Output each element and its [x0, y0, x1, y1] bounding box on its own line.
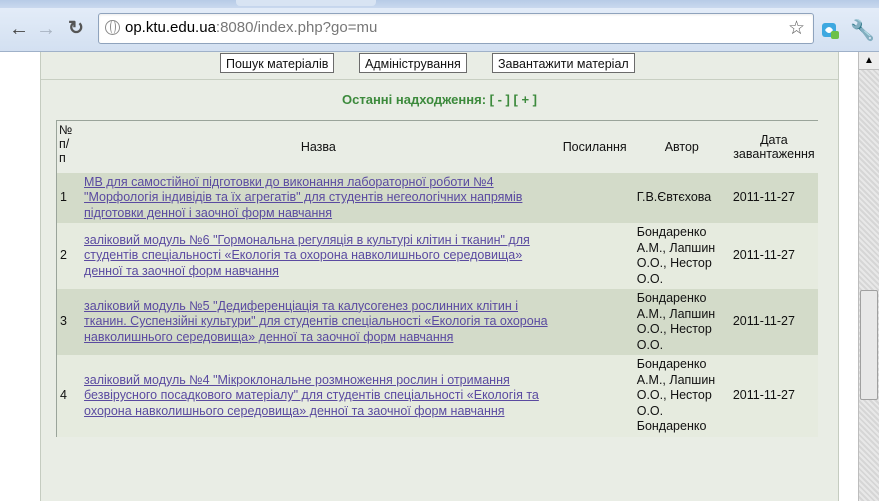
- row-link: [556, 223, 634, 289]
- active-tab[interactable]: [236, 0, 376, 6]
- materials-table: № п/ п Назва Посилання Автор Дата завант…: [56, 120, 818, 437]
- table-row: 3 заліковий модуль №5 "Дедиференціація т…: [56, 289, 818, 355]
- row-author: Бондаренко А.М., Лапшин О.О., Нестор О.О…: [636, 357, 716, 433]
- collapse-link[interactable]: [ - ]: [490, 92, 510, 107]
- recent-label: Останні надходження:: [342, 92, 487, 107]
- address-bar[interactable]: op.ktu.edu.ua:8080/index.php?go=mu ☆: [98, 13, 814, 44]
- scroll-thumb[interactable]: [860, 290, 878, 400]
- header-num: № п/ п: [59, 123, 73, 165]
- header-link: Посилання: [562, 139, 627, 154]
- row-author: Бондаренко А.М., Лапшин О.О., Нестор О.О…: [636, 291, 716, 352]
- reload-icon[interactable]: ↻: [65, 18, 87, 40]
- action-bar: Пошук матеріалів Адміністрування Заванта…: [41, 52, 838, 80]
- header-author: Автор: [664, 139, 699, 154]
- table-row: 1 МВ для самостійної підготовки до викон…: [56, 172, 818, 224]
- header-date: Дата завантаження: [733, 132, 815, 161]
- divider: [41, 79, 838, 80]
- row-date: 2011-11-27: [732, 190, 795, 204]
- globe-icon: [105, 20, 120, 35]
- row-title: заліковий модуль №5 "Дедиференціація та …: [81, 289, 556, 355]
- row-num: 1: [60, 190, 67, 204]
- page-content: Пошук матеріалів Адміністрування Заванта…: [40, 52, 839, 501]
- row-title: МВ для самостійної підготовки до виконан…: [81, 173, 556, 224]
- extension-icon[interactable]: [821, 21, 841, 41]
- page-viewport: Пошук матеріалів Адміністрування Заванта…: [0, 52, 879, 501]
- row-author: Г.В.Євтєхова: [636, 190, 712, 204]
- table-row: 4 заліковий модуль №4 "Мікроклональне ро…: [56, 355, 818, 437]
- tab-strip: [0, 0, 879, 8]
- row-num: 3: [60, 314, 67, 329]
- forward-arrow-icon[interactable]: →: [35, 18, 57, 40]
- material-link[interactable]: заліковий модуль №6 "Гормональна регуляц…: [84, 233, 530, 278]
- url-text[interactable]: op.ktu.edu.ua:8080/index.php?go=mu: [125, 19, 377, 36]
- table-row: 2 заліковий модуль №6 "Гормональна регул…: [56, 223, 818, 289]
- url-host: op.ktu.edu.ua: [125, 19, 216, 36]
- wrench-icon[interactable]: 🔧: [850, 18, 875, 43]
- row-num: 2: [60, 248, 67, 263]
- row-num: 4: [60, 388, 67, 402]
- back-arrow-icon[interactable]: ←: [8, 18, 30, 40]
- url-path: :8080/index.php?go=mu: [215, 19, 378, 36]
- search-materials-button[interactable]: Пошук матеріалів: [220, 53, 335, 73]
- row-author: Бондаренко А.М., Лапшин О.О., Нестор О.О…: [636, 225, 716, 286]
- material-link[interactable]: заліковий модуль №5 "Дедиференціація та …: [84, 299, 548, 344]
- row-date: 2011-11-27: [732, 248, 795, 263]
- row-link: [556, 173, 634, 224]
- scroll-up-arrow-icon[interactable]: ▲: [859, 52, 879, 70]
- material-link[interactable]: МВ для самостійної підготовки до виконан…: [84, 175, 522, 220]
- row-title: заліковий модуль №4 "Мікроклональне розм…: [81, 355, 556, 437]
- row-link: [556, 289, 634, 355]
- bookmark-star-icon[interactable]: ☆: [788, 17, 805, 40]
- table-header: № п/ п Назва Посилання Автор Дата завант…: [56, 120, 818, 173]
- row-date: 2011-11-27: [732, 314, 795, 329]
- administration-button[interactable]: Адміністрування: [359, 53, 467, 73]
- header-title: Назва: [300, 139, 336, 154]
- material-link[interactable]: заліковий модуль №4 "Мікроклональне розм…: [84, 373, 539, 418]
- vertical-scrollbar[interactable]: ▲: [858, 52, 879, 501]
- row-title: заліковий модуль №6 "Гормональна регуляц…: [81, 223, 556, 289]
- expand-link[interactable]: [ + ]: [514, 92, 537, 107]
- row-link: [556, 355, 634, 437]
- browser-toolbar: ← → ↻ op.ktu.edu.ua:8080/index.php?go=mu…: [0, 8, 879, 52]
- recent-additions-heading: Останні надходження: [ - ] [ + ]: [41, 92, 838, 107]
- row-date: 2011-11-27: [732, 388, 795, 402]
- upload-material-button[interactable]: Завантажити матеріал: [492, 53, 635, 73]
